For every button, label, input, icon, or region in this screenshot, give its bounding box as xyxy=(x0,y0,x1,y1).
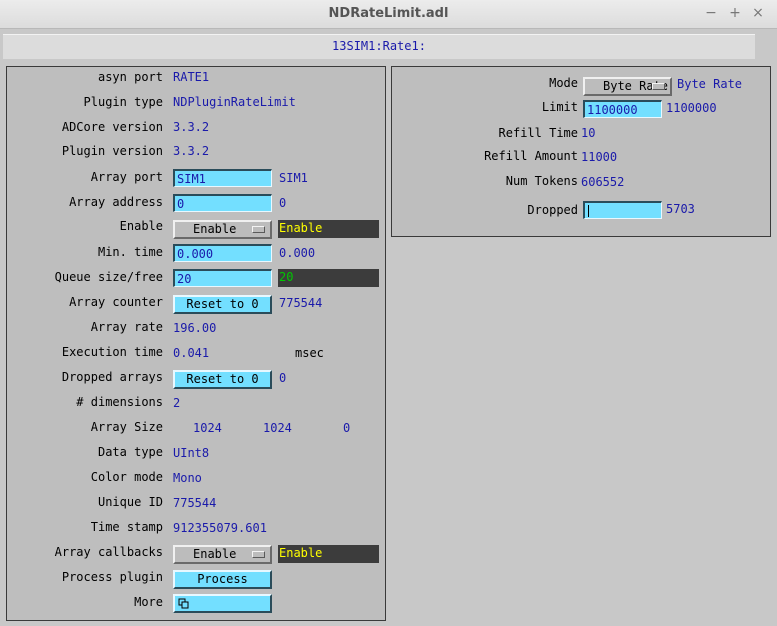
array-counter-value: 775544 xyxy=(279,296,323,310)
label-time-stamp: Time stamp xyxy=(90,520,163,534)
dimensions-value: 2 xyxy=(173,396,181,410)
maximize-icon[interactable]: + xyxy=(727,5,743,21)
label-queue-size-free: Queue size/free xyxy=(54,270,163,284)
refill-amount-value: 11000 xyxy=(581,150,618,164)
process-plugin-button[interactable]: Process xyxy=(173,570,272,589)
reset-dropped-arrays-button[interactable]: Reset to 0 xyxy=(173,370,272,389)
dropped-input[interactable] xyxy=(583,201,662,219)
array-size-2: 0 xyxy=(343,421,351,435)
enable-menu-value: Enable xyxy=(193,222,237,236)
minimize-icon[interactable]: − xyxy=(703,5,719,21)
menu-indicator-icon xyxy=(252,226,265,233)
asyn-port-value: RATE1 xyxy=(173,70,210,84)
label-execution-time: Execution time xyxy=(61,345,163,359)
time-stamp-value: 912355079.601 xyxy=(173,521,267,535)
adcore-version-value: 3.3.2 xyxy=(173,120,210,134)
array-address-readback: 0 xyxy=(279,196,287,210)
label-refill-time: Refill Time xyxy=(498,126,578,140)
reset-array-counter-button[interactable]: Reset to 0 xyxy=(173,295,272,314)
label-process-plugin: Process plugin xyxy=(61,570,163,584)
mode-readback: Byte Rate xyxy=(677,77,743,91)
plugin-type-value: NDPluginRateLimit xyxy=(173,95,296,109)
label-plugin-type: Plugin type xyxy=(83,95,163,109)
label-array-port: Array port xyxy=(90,170,163,184)
data-type-value: UInt8 xyxy=(173,446,210,460)
queue-free-readback: 20 xyxy=(278,269,379,287)
array-port-input[interactable]: SIM1 xyxy=(173,169,272,187)
num-tokens-value: 606552 xyxy=(581,175,625,189)
refill-time-value: 10 xyxy=(581,126,596,140)
execution-time-unit: msec xyxy=(295,346,324,360)
array-size-0: 1024 xyxy=(193,421,222,435)
label-dropped: Dropped xyxy=(527,203,578,217)
queue-size-input[interactable]: 20 xyxy=(173,269,272,287)
label-array-size: Array Size xyxy=(90,420,163,434)
label-array-address: Array address xyxy=(69,195,163,209)
label-more: More xyxy=(134,595,163,609)
label-asyn-port: asyn port xyxy=(97,70,163,84)
execution-time-value: 0.041 xyxy=(173,346,210,360)
array-rate-value: 196.00 xyxy=(173,321,217,335)
array-size-1: 1024 xyxy=(263,421,292,435)
min-time-input[interactable]: 0.000 xyxy=(173,244,272,262)
label-limit: Limit xyxy=(541,100,578,114)
label-mode: Mode xyxy=(549,76,578,90)
enable-readback: Enable xyxy=(278,220,379,238)
label-min-time: Min. time xyxy=(97,245,163,259)
more-related-display-button[interactable] xyxy=(173,594,272,613)
label-unique-id: Unique ID xyxy=(97,495,163,509)
label-array-rate: Array rate xyxy=(90,320,163,334)
plugin-version-value: 3.3.2 xyxy=(173,144,210,158)
pv-prefix: 13SIM1:Rate1: xyxy=(332,39,426,53)
label-array-callbacks: Array callbacks xyxy=(54,545,163,559)
min-time-readback: 0.000 xyxy=(279,246,316,260)
array-address-input[interactable]: 0 xyxy=(173,194,272,212)
rate-limit-panel: Mode Byte Rate Byte Rate Limit 1100000 1… xyxy=(391,66,771,237)
label-refill-amount: Refill Amount xyxy=(484,149,578,163)
array-callbacks-menu[interactable]: Enable xyxy=(173,545,272,564)
related-display-icon xyxy=(178,598,189,609)
label-enable: Enable xyxy=(119,219,163,233)
mode-menu[interactable]: Byte Rate xyxy=(583,77,672,96)
label-dimensions: # dimensions xyxy=(76,395,163,409)
menu-indicator-icon xyxy=(652,83,665,90)
close-icon[interactable]: × xyxy=(750,5,766,21)
dropped-arrays-value: 0 xyxy=(279,371,287,385)
array-port-readback: SIM1 xyxy=(279,171,308,185)
window-title: NDRateLimit.adl xyxy=(328,6,449,21)
label-color-mode: Color mode xyxy=(90,470,163,484)
limit-input[interactable]: 1100000 xyxy=(583,100,662,118)
label-data-type: Data type xyxy=(97,445,163,459)
label-num-tokens: Num Tokens xyxy=(505,174,578,188)
unique-id-value: 775544 xyxy=(173,496,217,510)
array-callbacks-menu-value: Enable xyxy=(193,547,237,561)
label-dropped-arrays: Dropped arrays xyxy=(61,370,163,384)
menu-indicator-icon xyxy=(252,551,265,558)
label-plugin-version: Plugin version xyxy=(61,144,163,158)
window-titlebar: NDRateLimit.adl − + × xyxy=(0,0,777,29)
color-mode-value: Mono xyxy=(173,471,202,485)
array-callbacks-readback: Enable xyxy=(278,545,379,563)
label-array-counter: Array counter xyxy=(69,295,163,309)
plugin-panel: asyn port RATE1 Plugin type NDPluginRate… xyxy=(6,66,386,621)
prefix-bar: 13SIM1:Rate1: xyxy=(3,34,755,59)
enable-menu[interactable]: Enable xyxy=(173,220,272,239)
text-cursor-icon xyxy=(588,205,589,217)
dropped-readback: 5703 xyxy=(666,202,695,216)
label-adcore-version: ADCore version xyxy=(61,120,163,134)
limit-readback: 1100000 xyxy=(666,101,717,115)
